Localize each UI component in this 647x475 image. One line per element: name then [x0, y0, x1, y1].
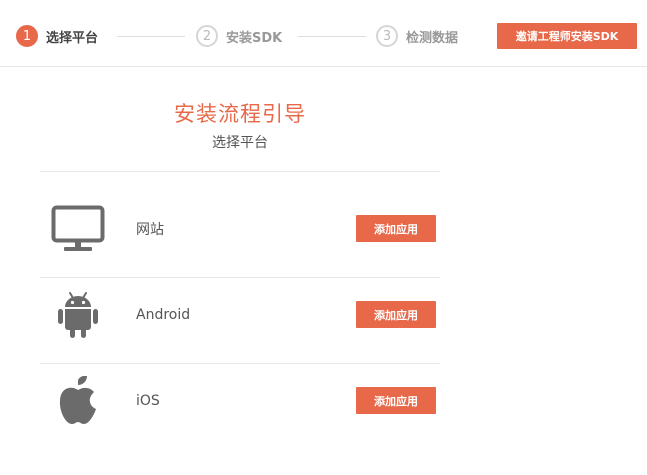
step-connector	[117, 36, 185, 37]
apple-icon	[40, 358, 115, 444]
step-label: 检测数据	[406, 30, 459, 46]
divider	[40, 171, 440, 172]
stepper-bar: 1 选择平台 2 安装SDK 3 检测数据 邀请工程师安装SDK	[0, 0, 647, 67]
page-title: 安装流程引导	[174, 102, 306, 126]
step-number: 2	[196, 25, 218, 47]
step-label: 选择平台	[46, 30, 99, 46]
monitor-icon	[40, 186, 115, 272]
platform-row-website: 网站 添加应用	[40, 186, 440, 272]
step-number: 1	[16, 25, 38, 47]
invite-engineer-button[interactable]: 邀请工程师安装SDK	[497, 23, 637, 49]
page-subtitle: 选择平台	[212, 135, 268, 151]
platform-row-android: Android 添加应用	[40, 272, 440, 358]
platform-label: iOS	[136, 393, 160, 409]
step-connector	[298, 36, 366, 37]
step-select-platform[interactable]: 1 选择平台	[16, 23, 98, 49]
step-label: 安装SDK	[226, 30, 283, 46]
add-app-button[interactable]: 添加应用	[356, 301, 436, 328]
step-install-sdk[interactable]: 2 安装SDK	[196, 23, 282, 49]
platform-label: 网站	[136, 222, 164, 238]
platform-row-ios: iOS 添加应用	[40, 358, 440, 444]
add-app-button[interactable]: 添加应用	[356, 387, 436, 414]
step-check-data[interactable]: 3 检测数据	[376, 23, 458, 49]
android-icon	[40, 272, 115, 358]
platform-label: Android	[136, 307, 191, 323]
add-app-button[interactable]: 添加应用	[356, 215, 436, 242]
install-guide-page: 1 选择平台 2 安装SDK 3 检测数据 邀请工程师安装SDK 安装流程引导 …	[0, 0, 647, 475]
step-number: 3	[376, 25, 398, 47]
